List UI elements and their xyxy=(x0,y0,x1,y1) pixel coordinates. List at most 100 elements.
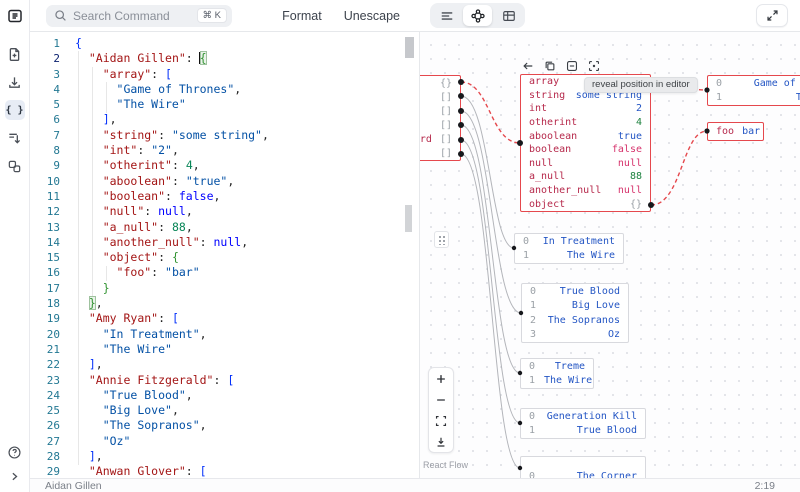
editor-line[interactable]: 24 "True Blood", xyxy=(30,388,419,403)
editor-line[interactable]: 29 "Anwan Glover": [ xyxy=(30,464,419,478)
sidebar: { } xyxy=(0,0,30,492)
editor-line[interactable]: 25 "Big Love", xyxy=(30,403,419,418)
editor-line[interactable]: 27 "Oz" xyxy=(30,434,419,449)
fit-view-icon[interactable] xyxy=(429,410,453,431)
editor-line[interactable]: 6 ], xyxy=(30,112,419,127)
node-row: foobar xyxy=(708,123,763,140)
node-row: 1The Wire xyxy=(521,374,593,389)
editor-line[interactable]: 21 "The Wire" xyxy=(30,342,419,357)
collapse-node-icon[interactable] xyxy=(565,59,579,73)
graph-node-amy-ryan[interactable]: 0In Treatment1The Wire xyxy=(514,233,624,264)
node-row: [] xyxy=(420,104,460,118)
line-number: 26 xyxy=(30,418,60,433)
editor-line[interactable]: 22 ], xyxy=(30,357,419,372)
node-row: [] xyxy=(420,90,460,104)
editor-line[interactable]: 8 "int": "2", xyxy=(30,143,419,158)
search-placeholder: Search Command xyxy=(73,9,197,23)
tooltip: reveal position in editor xyxy=(584,77,698,93)
graph-view-icon[interactable] xyxy=(463,5,492,26)
focus-node-icon[interactable] xyxy=(587,59,601,73)
editor-line[interactable]: 23 "Annie Fitzgerald": [ xyxy=(30,373,419,388)
node-row: 1The Wire xyxy=(515,249,623,264)
app-window: { } xyxy=(0,0,800,492)
node-row: int2 xyxy=(521,102,650,116)
editor-line[interactable]: 1{ xyxy=(30,36,419,51)
graph-node-aidan-gillen[interactable]: arraystringsome stringint2otherint4abool… xyxy=(520,74,651,212)
back-arrow-icon[interactable] xyxy=(521,59,535,73)
line-number: 12 xyxy=(30,204,60,219)
graph-node-alexander-skarsgard[interactable]: 0Generation Kill1True Blood xyxy=(520,408,646,439)
download-image-icon[interactable] xyxy=(429,431,453,452)
line-number: 19 xyxy=(30,311,60,326)
node-row: 1True Blood xyxy=(521,424,645,439)
download-icon[interactable] xyxy=(5,72,25,92)
editor-line[interactable]: 14 "another_null": null, xyxy=(30,235,419,250)
editor-line[interactable]: 20 "In Treatment", xyxy=(30,327,419,342)
node-row: object{} xyxy=(521,197,650,211)
fullscreen-button[interactable] xyxy=(756,4,788,27)
node-row: 0Treme xyxy=(521,359,593,374)
editor-line[interactable]: 16 "foo": "bar" xyxy=(30,265,419,280)
format-button[interactable]: Format xyxy=(282,9,322,23)
line-number: 13 xyxy=(30,220,60,235)
text-view-icon[interactable] xyxy=(432,5,461,26)
editor-line[interactable]: 28 ], xyxy=(30,449,419,464)
editor-line[interactable]: 5 "The Wire" xyxy=(30,97,419,112)
editor-scrollbar-thumb[interactable] xyxy=(405,37,414,58)
json-braces-icon[interactable]: { } xyxy=(5,100,25,120)
graph-node-root[interactable]: {}[][][]rd[][] xyxy=(420,75,461,161)
code-editor[interactable]: 1{2 "Aidan Gillen": {3 "array": [4 "Game… xyxy=(30,32,420,478)
node-row: 1Big Love xyxy=(522,299,628,314)
graph-node-anwan-glover[interactable]: 0Treme1The Wire xyxy=(520,358,594,389)
graph-node-array[interactable]: 0Game of Thrones1The Wire xyxy=(707,75,800,106)
editor-line[interactable]: 12 "null": null, xyxy=(30,204,419,219)
editor-line[interactable]: 9 "otherint": 4, xyxy=(30,158,419,173)
collapse-sidebar-icon[interactable] xyxy=(5,466,25,486)
sort-transform-icon[interactable] xyxy=(5,128,25,148)
editor-line[interactable]: 10 "aboolean": "true", xyxy=(30,174,419,189)
line-number: 10 xyxy=(30,174,60,189)
panel-resize-handle[interactable] xyxy=(434,231,449,248)
copy-icon[interactable] xyxy=(543,59,557,73)
editor-line[interactable]: 15 "object": { xyxy=(30,250,419,265)
zoom-out-icon[interactable] xyxy=(429,389,453,410)
cursor-position: 2:19 xyxy=(755,480,775,492)
graph-canvas[interactable]: {}[][][]rd[][] arraystringsome stringint… xyxy=(420,32,800,478)
line-number: 9 xyxy=(30,158,60,173)
line-number: 22 xyxy=(30,357,60,372)
help-icon[interactable] xyxy=(5,442,25,462)
editor-line[interactable]: 19 "Amy Ryan": [ xyxy=(30,311,419,326)
editor-line[interactable]: 18 }, xyxy=(30,296,419,311)
line-number: 4 xyxy=(30,82,60,97)
duplicate-nodes-icon[interactable] xyxy=(5,156,25,176)
new-document-icon[interactable] xyxy=(5,44,25,64)
editor-line[interactable]: 3 "array": [ xyxy=(30,67,419,82)
node-row: rd[] xyxy=(420,132,460,146)
node-row: nullnull xyxy=(521,157,650,171)
search-shortcut-badge: ⌘ K xyxy=(197,8,227,23)
node-row: 3Oz xyxy=(522,328,628,343)
editor-line[interactable]: 4 "Game of Thrones", xyxy=(30,82,419,97)
editor-line[interactable]: 17 } xyxy=(30,281,419,296)
editor-line[interactable]: 11 "boolean": false, xyxy=(30,189,419,204)
line-number: 15 xyxy=(30,250,60,265)
editor-line[interactable]: 13 "a_null": 88, xyxy=(30,220,419,235)
node-row: 2The Sopranos xyxy=(522,313,628,328)
editor-line[interactable]: 26 "The Sopranos", xyxy=(30,418,419,433)
graph-node-annie-fitzgerald[interactable]: 0True Blood1Big Love2The Sopranos3Oz xyxy=(521,283,629,343)
node-row: 0True Blood xyxy=(522,284,628,299)
editor-line[interactable]: 7 "string": "some string", xyxy=(30,128,419,143)
unescape-button[interactable]: Unescape xyxy=(344,9,400,23)
search-input[interactable]: Search Command ⌘ K xyxy=(46,5,232,27)
line-number: 27 xyxy=(30,434,60,449)
line-number: 20 xyxy=(30,327,60,342)
graph-node-object[interactable]: foobar xyxy=(707,122,764,141)
table-view-icon[interactable] xyxy=(494,5,523,26)
editor-line[interactable]: 2 "Aidan Gillen": { xyxy=(30,51,419,66)
line-number: 21 xyxy=(30,342,60,357)
react-flow-attribution[interactable]: React Flow xyxy=(423,460,468,470)
line-number: 24 xyxy=(30,388,60,403)
zoom-in-icon[interactable] xyxy=(429,368,453,389)
graph-node-alice-farmer[interactable]: 0The Corner xyxy=(520,456,646,478)
line-number: 18 xyxy=(30,296,60,311)
